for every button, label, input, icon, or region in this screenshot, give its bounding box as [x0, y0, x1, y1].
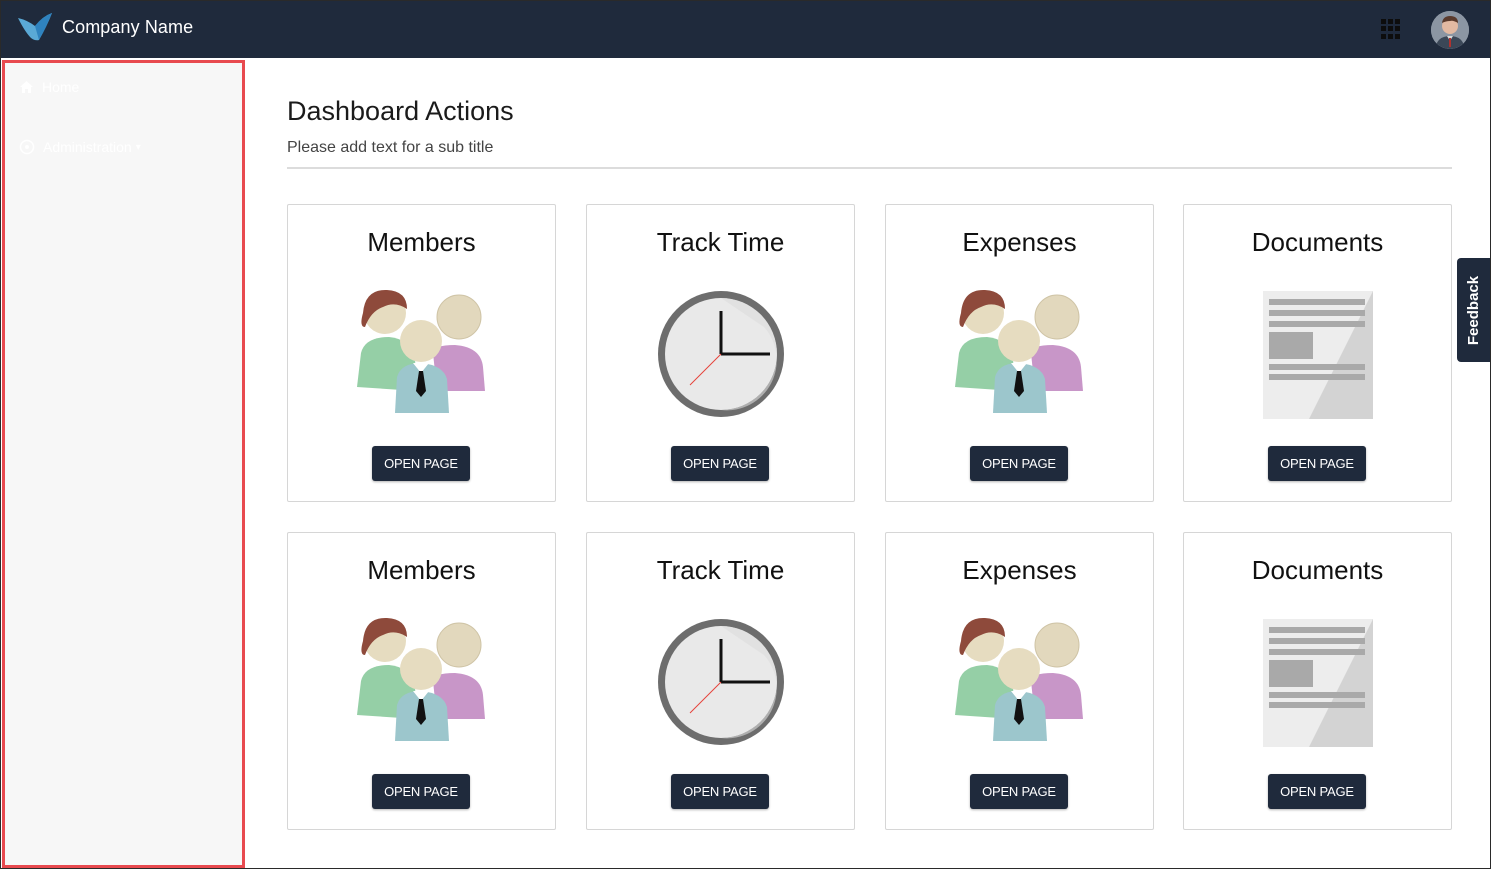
card-track-time: Track Time OPEN PAGE [586, 204, 855, 502]
company-logo-icon[interactable] [17, 12, 53, 42]
top-navbar: Company Name [0, 0, 1491, 58]
page-subtitle: Please add text for a sub title [287, 139, 494, 156]
open-page-button[interactable]: OPEN PAGE [671, 446, 769, 481]
feedback-tab[interactable]: Feedback [1457, 258, 1491, 362]
clock-icon [654, 287, 788, 421]
card-title: Expenses [962, 555, 1077, 585]
sidebar-item-administration[interactable]: Administration ▾ [19, 139, 141, 155]
card-members: Members OPEN PAGE [287, 532, 556, 830]
sidebar-item-label: Administration [43, 139, 132, 155]
card-title: Expenses [962, 227, 1077, 257]
user-avatar-icon [1431, 11, 1469, 49]
card-documents: Documents OPEN PAGE [1183, 204, 1452, 502]
sidebar-item-label: Home [42, 79, 80, 95]
document-icon [1251, 287, 1385, 421]
card-documents: Documents OPEN PAGE [1183, 532, 1452, 830]
user-avatar[interactable] [1431, 11, 1469, 49]
home-icon [20, 81, 33, 93]
document-icon [1251, 615, 1385, 749]
members-icon [953, 615, 1087, 749]
card-expenses: Expenses OPEN PAGE [885, 204, 1154, 502]
brand-name[interactable]: Company Name [62, 17, 193, 38]
open-page-button[interactable]: OPEN PAGE [1268, 446, 1366, 481]
card-expenses: Expenses OPEN PAGE [885, 532, 1154, 830]
clock-icon [654, 615, 788, 749]
card-title: Documents [1251, 227, 1384, 257]
card-title: Members [367, 555, 476, 585]
card-members: Members OPEN PAGE [287, 204, 556, 502]
chevron-down-icon: ▾ [135, 141, 141, 153]
sidebar-item-home[interactable]: Home [19, 79, 79, 95]
open-page-button[interactable]: OPEN PAGE [970, 446, 1068, 481]
open-page-button[interactable]: OPEN PAGE [372, 446, 470, 481]
sidebar: Home Administration ▾ [2, 60, 245, 868]
card-track-time: Track Time OPEN PAGE [586, 532, 855, 830]
open-page-button[interactable]: OPEN PAGE [671, 774, 769, 809]
gear-icon [19, 139, 35, 155]
members-icon [953, 287, 1087, 421]
divider [287, 167, 1452, 169]
card-title: Track Time [656, 227, 785, 257]
open-page-button[interactable]: OPEN PAGE [970, 774, 1068, 809]
feedback-label: Feedback [1465, 275, 1483, 345]
members-icon [355, 615, 489, 749]
members-icon [355, 287, 489, 421]
open-page-button[interactable]: OPEN PAGE [1268, 774, 1366, 809]
open-page-button[interactable]: OPEN PAGE [372, 774, 470, 809]
apps-grid-icon[interactable] [1381, 19, 1401, 39]
card-title: Documents [1251, 555, 1384, 585]
card-title: Members [367, 227, 476, 257]
page-title: Dashboard Actions [287, 96, 514, 126]
card-title: Track Time [656, 555, 785, 585]
